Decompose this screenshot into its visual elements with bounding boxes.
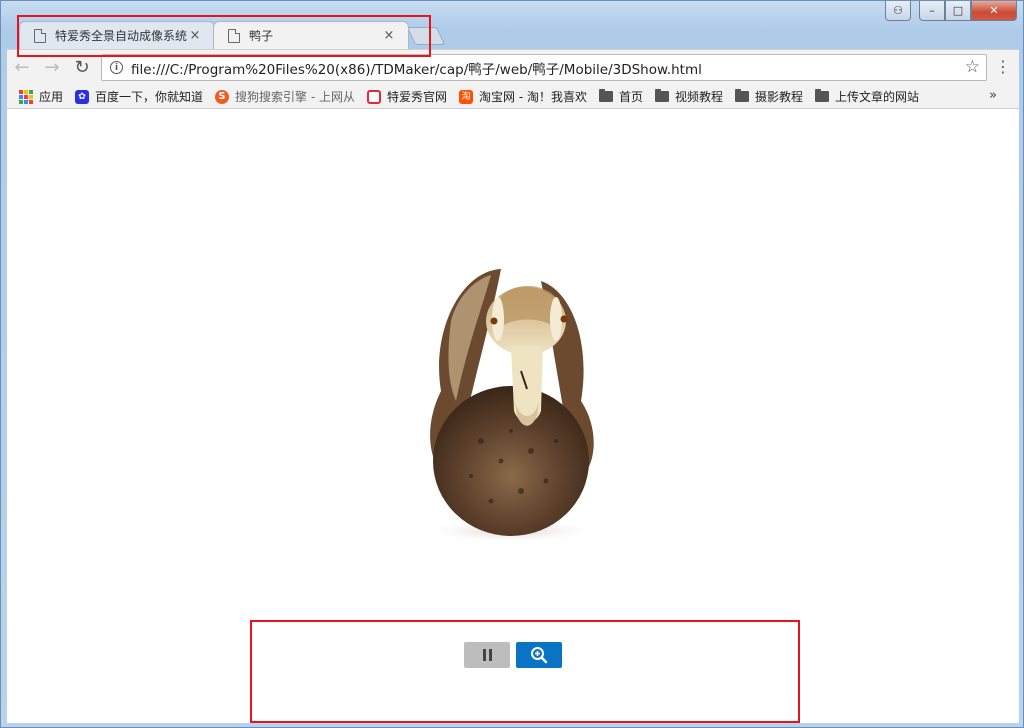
bookmark-label: 应用: [39, 90, 64, 104]
bookmark-label: 视频教程: [675, 90, 724, 104]
info-icon[interactable]: i: [110, 61, 123, 74]
bookmarks-bar: 应用 ✿ 百度一下，你就知道 S 搜狗搜索引擎 - 上网从 特爱秀官网 淘 淘宝…: [7, 85, 1019, 109]
bookmark-label: 搜狗搜索引擎 - 上网从: [235, 90, 355, 104]
browser-window: ⚇ – □ ✕ 特爱秀全景自动成像系统 × 鸭子 × ← → ↻ i file:…: [0, 0, 1024, 728]
browser-menu-icon[interactable]: ⋮: [995, 56, 1011, 78]
bookmark-apps[interactable]: 应用: [19, 88, 63, 105]
bookmark-label: 摄影教程: [755, 90, 804, 104]
bookmark-folder-upload[interactable]: 上传文章的网站: [815, 88, 919, 105]
folder-icon: [815, 89, 830, 102]
bookmark-label: 上传文章的网站: [835, 90, 920, 104]
address-bar[interactable]: i file:///C:/Program%20Files%20(x86)/TDM…: [101, 54, 987, 81]
close-window-button[interactable]: ✕: [971, 1, 1017, 21]
tab-strip: 特爱秀全景自动成像系统 × 鸭子 ×: [19, 19, 1019, 49]
bookmark-label: 淘宝网 - 淘！我喜欢: [479, 90, 587, 104]
url-text[interactable]: file:///C:/Program%20Files%20(x86)/TDMak…: [131, 58, 702, 78]
duck-figurine-image: [421, 269, 601, 543]
viewer-controls: [464, 642, 562, 668]
tab-panorama[interactable]: 特爱秀全景自动成像系统 ×: [19, 21, 215, 49]
bookmark-baidu[interactable]: ✿ 百度一下，你就知道: [75, 88, 203, 105]
minimize-button[interactable]: –: [919, 1, 945, 21]
reload-button[interactable]: ↻: [67, 54, 97, 82]
new-tab-button[interactable]: [406, 27, 446, 45]
bookmark-sogou[interactable]: S 搜狗搜索引擎 - 上网从: [215, 88, 355, 105]
baidu-icon: ✿: [75, 89, 90, 104]
pause-button[interactable]: [464, 642, 510, 668]
page-content: [7, 109, 1019, 723]
bookmark-taobao[interactable]: 淘 淘宝网 - 淘！我喜欢: [459, 88, 587, 105]
folder-icon: [598, 89, 613, 102]
tab-close-icon[interactable]: ×: [188, 28, 202, 43]
bookmark-label: 百度一下，你就知道: [95, 90, 204, 104]
pause-icon: [482, 649, 486, 661]
user-icon[interactable]: ⚇: [885, 1, 911, 21]
maximize-button[interactable]: □: [945, 1, 971, 21]
zoom-in-button[interactable]: [516, 642, 562, 668]
bookmark-label: 首页: [618, 90, 643, 104]
bookmark-folder-home[interactable]: 首页: [598, 88, 643, 105]
folder-icon: [735, 89, 750, 102]
bookmark-teaixiu[interactable]: 特爱秀官网: [367, 88, 447, 105]
page-icon: [228, 28, 240, 43]
apps-icon: [19, 89, 33, 104]
sogou-icon: S: [215, 89, 230, 104]
highlight-box-controls: [250, 620, 800, 723]
folder-icon: [655, 89, 669, 102]
zoom-in-icon: [531, 647, 548, 664]
back-button[interactable]: ←: [7, 54, 37, 82]
bookmark-label: 特爱秀官网: [387, 90, 448, 104]
tab-title: 鸭子: [249, 29, 274, 43]
bookmark-star-icon[interactable]: ☆: [965, 57, 980, 77]
taobao-icon: 淘: [459, 89, 474, 104]
bookmarks-overflow-icon[interactable]: »: [989, 88, 997, 103]
pause-icon-bar: [488, 649, 492, 661]
caption-buttons: ⚇ – □ ✕: [885, 1, 1017, 21]
forward-button[interactable]: →: [37, 54, 67, 82]
tab-duck[interactable]: 鸭子 ×: [213, 21, 409, 49]
tab-close-icon[interactable]: ×: [382, 28, 396, 43]
bookmark-folder-video[interactable]: 视频教程: [655, 88, 723, 105]
toolbar: ← → ↻ i file:///C:/Program%20Files%20(x8…: [7, 49, 1019, 85]
camera-icon: [367, 89, 381, 104]
tab-title: 特爱秀全景自动成像系统: [55, 29, 188, 43]
bookmark-folder-photo[interactable]: 摄影教程: [735, 88, 803, 105]
page-icon: [34, 28, 46, 43]
